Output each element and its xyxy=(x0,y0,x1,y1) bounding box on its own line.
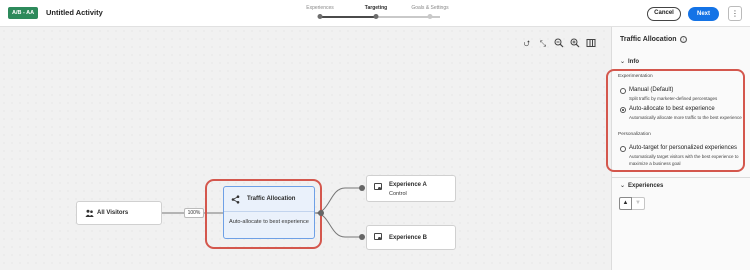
cancel-button[interactable]: Cancel xyxy=(647,7,681,21)
people-icon xyxy=(85,209,94,220)
experiences-section-header[interactable]: ⌄ Experiences xyxy=(620,182,663,189)
experience-a-connector[interactable] xyxy=(359,185,365,191)
experience-icon xyxy=(374,183,382,190)
traffic-percent-badge: 100% xyxy=(184,208,204,218)
chevron-down-icon: ⌄ xyxy=(620,183,626,189)
experience-a-title: Experience A xyxy=(389,182,427,188)
move-up-button[interactable]: ▲ xyxy=(619,197,632,210)
traffic-allocation-node[interactable]: Traffic Allocation Auto-allocate to best… xyxy=(223,186,315,239)
chevron-down-icon: ⌄ xyxy=(620,59,626,65)
next-button[interactable]: Next xyxy=(688,7,719,21)
panel-title: Traffic Allocation xyxy=(620,36,677,43)
experience-icon xyxy=(374,233,382,240)
experience-b-node[interactable]: Experience B xyxy=(366,225,456,250)
experience-a-node[interactable]: Experience A Control xyxy=(366,175,456,202)
experiences-section-label: Experiences xyxy=(628,183,664,189)
traffic-node-title: Traffic Allocation xyxy=(247,196,296,202)
info-section-label: Info xyxy=(628,59,639,65)
traffic-node-connector[interactable] xyxy=(318,210,324,216)
experience-b-title: Experience B xyxy=(389,235,428,241)
all-visitors-node[interactable]: All Visitors xyxy=(76,201,162,225)
experience-order-controls: ▲ ▼ xyxy=(619,197,645,210)
experience-a-subtitle: Control xyxy=(389,191,407,197)
share-icon xyxy=(231,195,240,206)
info-section-header[interactable]: ⌄ Info xyxy=(620,58,639,65)
move-down-button[interactable]: ▼ xyxy=(632,197,645,210)
more-options-button[interactable]: ⋮ xyxy=(728,6,742,21)
experience-b-connector[interactable] xyxy=(359,234,365,240)
info-icon[interactable]: ⓘ xyxy=(680,36,687,43)
highlight-ring-options xyxy=(606,69,745,172)
all-visitors-label: All Visitors xyxy=(97,210,129,216)
traffic-node-header: Traffic Allocation xyxy=(224,187,314,212)
traffic-node-description: Auto-allocate to best experience xyxy=(229,219,309,225)
panel-divider xyxy=(611,177,750,178)
